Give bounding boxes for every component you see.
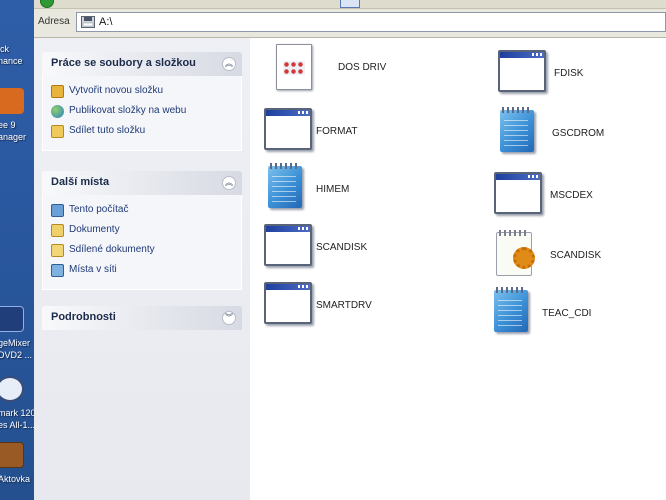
panel-body: Tento počítač Dokumenty Sdílené dokument… bbox=[42, 195, 242, 290]
my-computer-icon bbox=[51, 204, 64, 217]
desktop-label: mark 1200 bbox=[0, 408, 34, 418]
collapse-icon[interactable]: ︽ bbox=[222, 57, 236, 71]
briefcase-icon bbox=[0, 442, 24, 468]
file-name: SCANDISK bbox=[550, 250, 602, 261]
toolbar-strip bbox=[34, 0, 666, 9]
other-places-panel: Další místa ︽ Tento počítač Dokumenty Sd… bbox=[42, 171, 242, 290]
task-share-folder[interactable]: Sdílet tuto složku bbox=[43, 122, 241, 142]
task-new-folder[interactable]: Vytvořit novou složku bbox=[43, 82, 241, 102]
network-places-icon bbox=[51, 264, 64, 277]
notepad-icon bbox=[494, 287, 528, 332]
application-window-icon bbox=[264, 282, 312, 324]
application-window-icon bbox=[498, 50, 546, 92]
imagemixer-icon bbox=[0, 306, 24, 332]
file-tasks-panel: Práce se soubory a složkou ︽ Vytvořit no… bbox=[42, 52, 242, 151]
shared-documents-icon bbox=[51, 244, 64, 257]
application-window-icon bbox=[494, 172, 542, 214]
folders-button[interactable] bbox=[340, 0, 360, 8]
file-name: GSCDROM bbox=[552, 128, 605, 139]
desktop-label: es All-1... bbox=[0, 420, 34, 430]
desktop-label: anager bbox=[0, 132, 27, 142]
notepad-icon bbox=[268, 163, 302, 208]
documents-icon bbox=[51, 224, 64, 237]
panel-title: Práce se soubory a složkou bbox=[51, 57, 196, 69]
place-my-computer[interactable]: Tento počítač bbox=[43, 201, 241, 221]
file-name: SMARTDRV bbox=[316, 300, 372, 311]
floppy-drive-icon bbox=[81, 16, 95, 28]
address-bar: Adresa A:\ bbox=[34, 0, 666, 38]
expand-icon[interactable]: ︾ bbox=[222, 311, 236, 325]
task-label: Vytvořit novou složku bbox=[69, 85, 164, 96]
panel-header[interactable]: Další místa ︽ bbox=[42, 171, 242, 195]
desktop-label: DVD2 ... bbox=[0, 350, 33, 360]
address-label: Adresa bbox=[38, 16, 70, 27]
task-label: Publikovat složky na webu bbox=[69, 105, 187, 116]
file-name: MSCDEX bbox=[550, 190, 593, 201]
desktop-label: Aktovka bbox=[0, 474, 31, 484]
file-name: DOS DRIV bbox=[338, 62, 387, 73]
back-button[interactable] bbox=[40, 0, 54, 8]
publish-web-icon bbox=[51, 105, 64, 118]
nero-icon bbox=[0, 376, 24, 402]
panel-body: Vytvořit novou složku Publikovat složky … bbox=[42, 76, 242, 151]
file-name: FDISK bbox=[554, 68, 584, 79]
file-name: TEAC_CDI bbox=[542, 308, 592, 319]
app-icon bbox=[0, 88, 24, 114]
collapse-icon[interactable]: ︽ bbox=[222, 176, 236, 190]
task-pane: Práce se soubory a složkou ︽ Vytvořit no… bbox=[34, 38, 250, 500]
place-label: Sdílené dokumenty bbox=[69, 244, 155, 255]
desktop-strip: ick nance ee 9 anager geMixer DVD2 ... m… bbox=[0, 0, 34, 500]
task-label: Sdílet tuto složku bbox=[69, 125, 146, 136]
panel-title: Podrobnosti bbox=[51, 311, 116, 323]
desktop-label: ee 9 bbox=[0, 120, 16, 130]
file-list: DOS DRIV FDISK FORMAT GSCDROM HIMEM MSCD… bbox=[250, 38, 666, 500]
address-value: A:\ bbox=[99, 16, 113, 28]
application-window-icon bbox=[264, 108, 312, 150]
panel-header[interactable]: Podrobnosti ︾ bbox=[42, 306, 242, 330]
address-field[interactable]: A:\ bbox=[76, 12, 666, 32]
file-name: FORMAT bbox=[316, 126, 358, 137]
desktop-label: geMixer bbox=[0, 338, 31, 348]
settings-file-icon bbox=[496, 230, 535, 276]
share-folder-icon bbox=[51, 125, 64, 138]
place-label: Místa v síti bbox=[69, 264, 117, 275]
place-label: Tento počítač bbox=[69, 204, 129, 215]
file-name: HIMEM bbox=[316, 184, 350, 195]
file-name: SCANDISK bbox=[316, 242, 368, 253]
place-shared-documents[interactable]: Sdílené dokumenty bbox=[43, 241, 241, 261]
panel-header[interactable]: Práce se soubory a složkou ︽ bbox=[42, 52, 242, 76]
task-publish-web[interactable]: Publikovat složky na webu bbox=[43, 102, 241, 122]
place-network[interactable]: Místa v síti bbox=[43, 261, 241, 281]
place-label: Dokumenty bbox=[69, 224, 120, 235]
application-window-icon bbox=[264, 224, 312, 266]
desktop-label: nance bbox=[0, 56, 23, 66]
explorer-window: Práce se soubory a složkou ︽ Vytvořit no… bbox=[34, 38, 666, 500]
notepad-icon bbox=[500, 107, 534, 152]
panel-title: Další místa bbox=[51, 176, 110, 188]
new-folder-icon bbox=[51, 85, 64, 98]
desktop-label: ick bbox=[0, 44, 9, 54]
document-icon bbox=[276, 44, 312, 90]
place-documents[interactable]: Dokumenty bbox=[43, 221, 241, 241]
details-panel: Podrobnosti ︾ bbox=[42, 306, 242, 330]
